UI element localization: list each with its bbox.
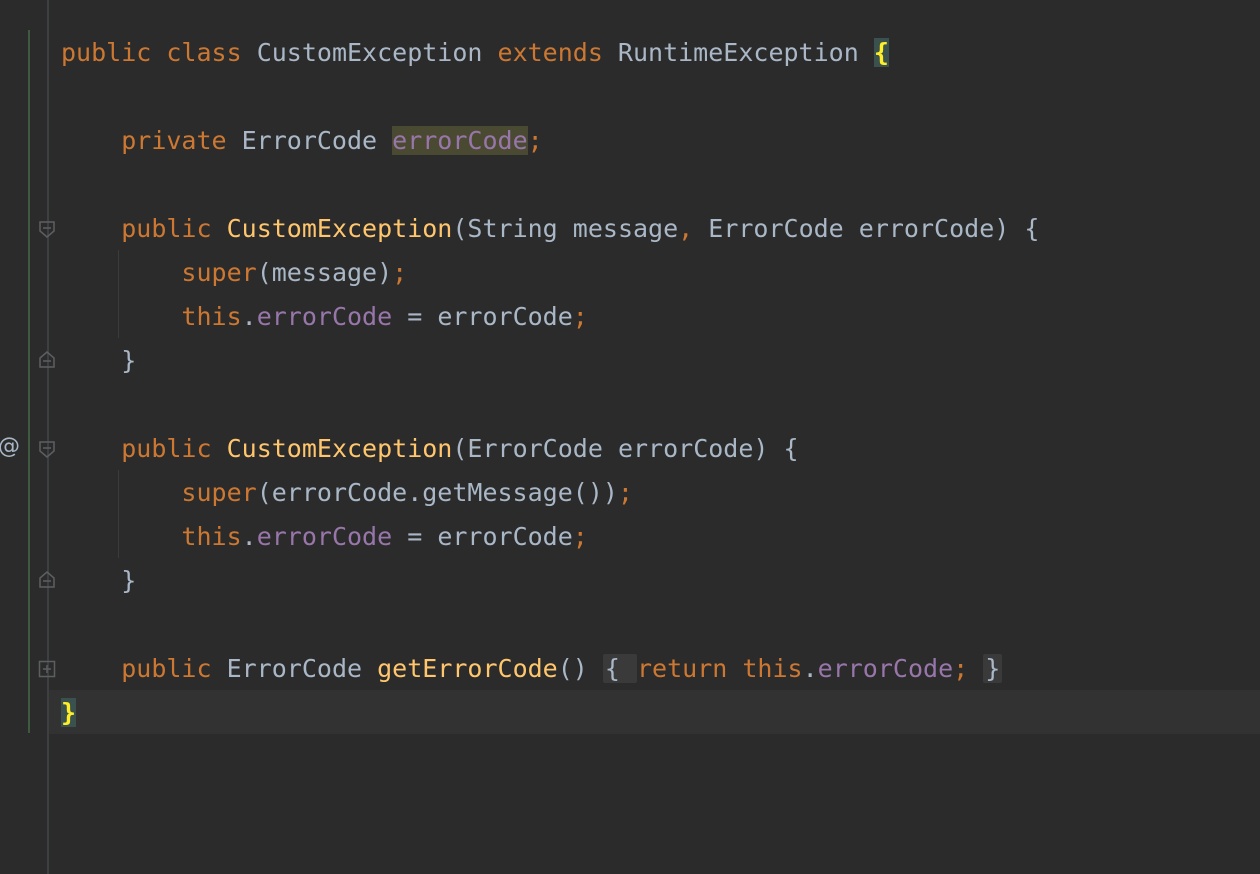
code-line[interactable]: this.errorCode = errorCode; [61,515,588,559]
code-token: CustomException [226,214,453,243]
code-token: public [121,434,212,463]
code-line[interactable]: } [61,691,77,735]
code-token: (String message [452,214,679,243]
code-line[interactable]: public ErrorCode getErrorCode() { return… [61,647,1003,691]
code-token: super [181,258,257,287]
fold-close-icon[interactable] [38,350,56,368]
code-token: ; [572,522,588,551]
code-token: this [181,522,242,551]
code-token: RuntimeException [602,38,874,67]
code-token: errorCode [256,522,393,551]
code-token: CustomException [241,38,498,67]
code-token: } [61,566,137,595]
code-token: () [557,654,603,683]
code-token: errorCode [817,654,954,683]
fold-open-icon[interactable] [38,221,56,239]
code-token: return [637,654,728,683]
code-line[interactable]: super(errorCode.getMessage()); [61,471,633,515]
fold-open-icon[interactable] [38,441,56,459]
code-token: this [181,302,242,331]
code-token: (errorCode.getMessage()) [256,478,618,507]
code-token: } [61,346,137,375]
code-token: ; [392,258,408,287]
code-token: , [678,214,694,243]
code-token: errorCode [256,302,393,331]
code-token: { [873,38,889,67]
code-token: super [181,478,257,507]
code-token: . [241,522,257,551]
code-line[interactable]: public CustomException(String message, E… [61,207,1039,251]
code-token: class [166,38,242,67]
code-token: } [61,698,77,727]
vcs-change-marker[interactable] [28,30,30,733]
override-method-icon[interactable]: @ [0,432,20,462]
code-line[interactable]: public CustomException(ErrorCode errorCo… [61,427,799,471]
code-line[interactable]: } [61,339,136,383]
gutter-separator [47,0,49,874]
code-token: = errorCode [392,522,573,551]
code-token: this [742,654,803,683]
code-token: public [61,38,152,67]
code-token: . [241,302,257,331]
code-token: (message) [256,258,393,287]
code-token: getErrorCode [377,654,558,683]
code-token: ErrorCode [226,126,393,155]
code-token: (ErrorCode errorCode) { [452,434,799,463]
code-token: ErrorCode [211,654,378,683]
code-token: public [121,214,212,243]
code-line[interactable]: public class CustomException extends Run… [61,31,889,75]
code-line[interactable]: super(message); [61,251,407,295]
code-token: extends [497,38,603,67]
code-token: ; [953,654,969,683]
code-line[interactable]: } [61,559,136,603]
fold-close-icon[interactable] [38,570,56,588]
code-token: { [602,654,637,683]
code-token: ; [527,126,543,155]
code-token: public [121,654,212,683]
code-token: ; [572,302,588,331]
code-token: errorCode [392,126,528,155]
code-token: ErrorCode errorCode) { [693,214,1040,243]
folded-expand-icon[interactable] [38,660,56,678]
code-token: ; [617,478,633,507]
current-line-highlight [49,690,1260,734]
code-token: . [802,654,818,683]
code-line[interactable]: private ErrorCode errorCode; [61,119,543,163]
code-token: CustomException [226,434,453,463]
code-token: private [121,126,227,155]
code-line[interactable]: this.errorCode = errorCode; [61,295,588,339]
code-token: = errorCode [392,302,573,331]
code-editor[interactable]: @ public class CustomException extends R… [0,0,1260,874]
code-token: } [983,654,1003,683]
